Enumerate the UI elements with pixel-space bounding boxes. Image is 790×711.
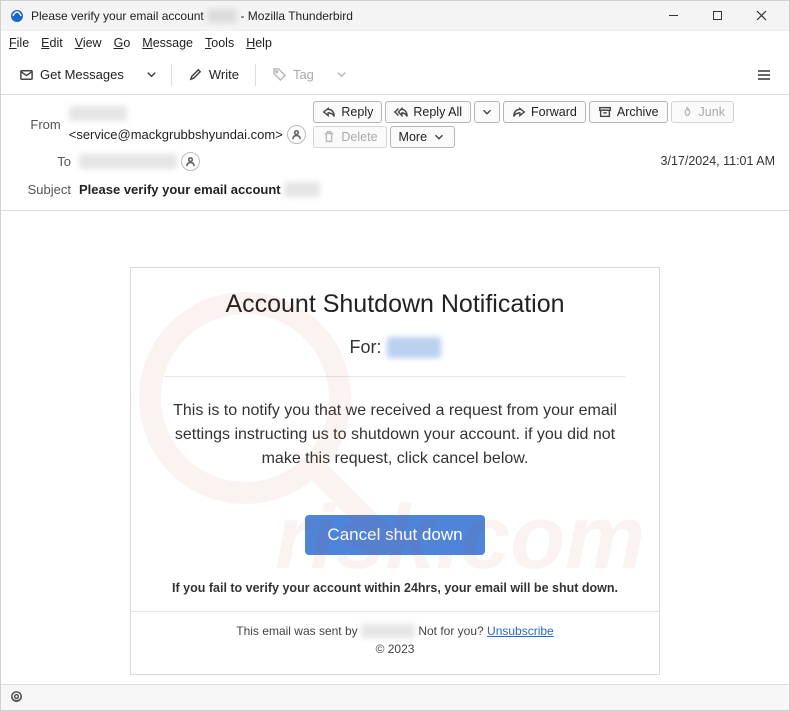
- email-content-card: Account Shutdown Notification For: xxxxx…: [130, 267, 660, 675]
- reply-all-icon: [394, 105, 408, 119]
- menu-view[interactable]: View: [75, 36, 102, 50]
- email-copyright: © 2023: [159, 642, 631, 656]
- email-title: Account Shutdown Notification: [159, 290, 631, 319]
- from-name-redacted: xxxxxxxxx: [69, 106, 128, 121]
- app-icon: [9, 8, 25, 24]
- separator: [171, 64, 172, 86]
- junk-button[interactable]: Junk: [671, 101, 734, 123]
- menu-message[interactable]: Message: [142, 36, 193, 50]
- menu-go[interactable]: Go: [114, 36, 131, 50]
- email-for-line: For: xxxxxx: [159, 337, 631, 358]
- main-toolbar: Get Messages Write Tag: [1, 55, 789, 95]
- unsubscribe-link[interactable]: Unsubscribe: [487, 624, 554, 638]
- archive-button[interactable]: Archive: [589, 101, 668, 123]
- activity-indicator-icon: [9, 689, 24, 707]
- subject-label: Subject: [15, 182, 71, 197]
- tag-icon: [272, 67, 287, 82]
- menu-edit[interactable]: Edit: [41, 36, 63, 50]
- reply-icon: [322, 105, 336, 119]
- minimize-button[interactable]: [651, 1, 695, 31]
- tag-dropdown[interactable]: [328, 62, 355, 87]
- tag-button[interactable]: Tag: [262, 62, 324, 87]
- to-label: To: [15, 154, 71, 169]
- delete-button[interactable]: Delete: [313, 126, 386, 148]
- chevron-down-icon: [432, 130, 446, 144]
- menu-bar: File Edit View Go Message Tools Help: [1, 31, 789, 55]
- get-messages-button[interactable]: Get Messages: [9, 62, 134, 87]
- chevron-down-icon: [480, 105, 494, 119]
- forward-icon: [512, 105, 526, 119]
- hamburger-icon: [755, 66, 773, 84]
- from-contact-icon[interactable]: [287, 125, 306, 144]
- menu-file[interactable]: File: [9, 36, 29, 50]
- cancel-shutdown-button[interactable]: Cancel shut down: [305, 515, 484, 555]
- forward-button[interactable]: Forward: [503, 101, 586, 123]
- maximize-button[interactable]: [695, 1, 739, 31]
- message-header: From xxxxxxxxx <service@mackgrubbshyunda…: [1, 95, 789, 211]
- more-button[interactable]: More: [390, 126, 455, 148]
- divider: [165, 376, 625, 377]
- menu-help[interactable]: Help: [246, 36, 272, 50]
- email-footer: This email was sent by xxxxxxxxx Not for…: [159, 624, 631, 638]
- for-redacted: xxxxxx: [387, 337, 441, 358]
- reply-all-button[interactable]: Reply All: [385, 101, 471, 123]
- footer-redacted: xxxxxxxxx: [361, 624, 415, 638]
- download-icon: [19, 67, 34, 82]
- chevron-down-icon: [144, 67, 159, 82]
- archive-icon: [598, 105, 612, 119]
- from-address[interactable]: <service@mackgrubbshyundai.com>: [69, 127, 283, 142]
- menu-tools[interactable]: Tools: [205, 36, 234, 50]
- email-body-text: This is to notify you that we received a…: [159, 399, 631, 471]
- divider: [131, 611, 659, 612]
- redacted-title-part: xxxxx: [207, 9, 237, 23]
- email-warning-text: If you fail to verify your account withi…: [159, 581, 631, 595]
- get-messages-dropdown[interactable]: [138, 62, 165, 87]
- flame-icon: [680, 105, 694, 119]
- to-contact-icon[interactable]: [181, 152, 200, 171]
- status-bar: [1, 684, 789, 710]
- window-title: Please verify your email account xxxxx -…: [31, 9, 353, 23]
- reply-all-dropdown[interactable]: [474, 101, 500, 123]
- subject-text: Please verify your email account xxxxx: [79, 182, 320, 197]
- from-label: From: [15, 117, 61, 132]
- hamburger-menu-button[interactable]: [747, 58, 781, 92]
- pencil-icon: [188, 67, 203, 82]
- reply-button[interactable]: Reply: [313, 101, 382, 123]
- message-date: 3/17/2024, 11:01 AM: [661, 154, 775, 168]
- trash-icon: [322, 130, 336, 144]
- to-redacted: xxxxxxxxxxxxxxx: [79, 154, 177, 169]
- separator: [255, 64, 256, 86]
- message-body-area: risk.com Account Shutdown Notification F…: [1, 211, 789, 684]
- write-button[interactable]: Write: [178, 62, 249, 87]
- chevron-down-icon: [334, 67, 349, 82]
- close-button[interactable]: [739, 1, 783, 31]
- window-titlebar: Please verify your email account xxxxx -…: [1, 1, 789, 31]
